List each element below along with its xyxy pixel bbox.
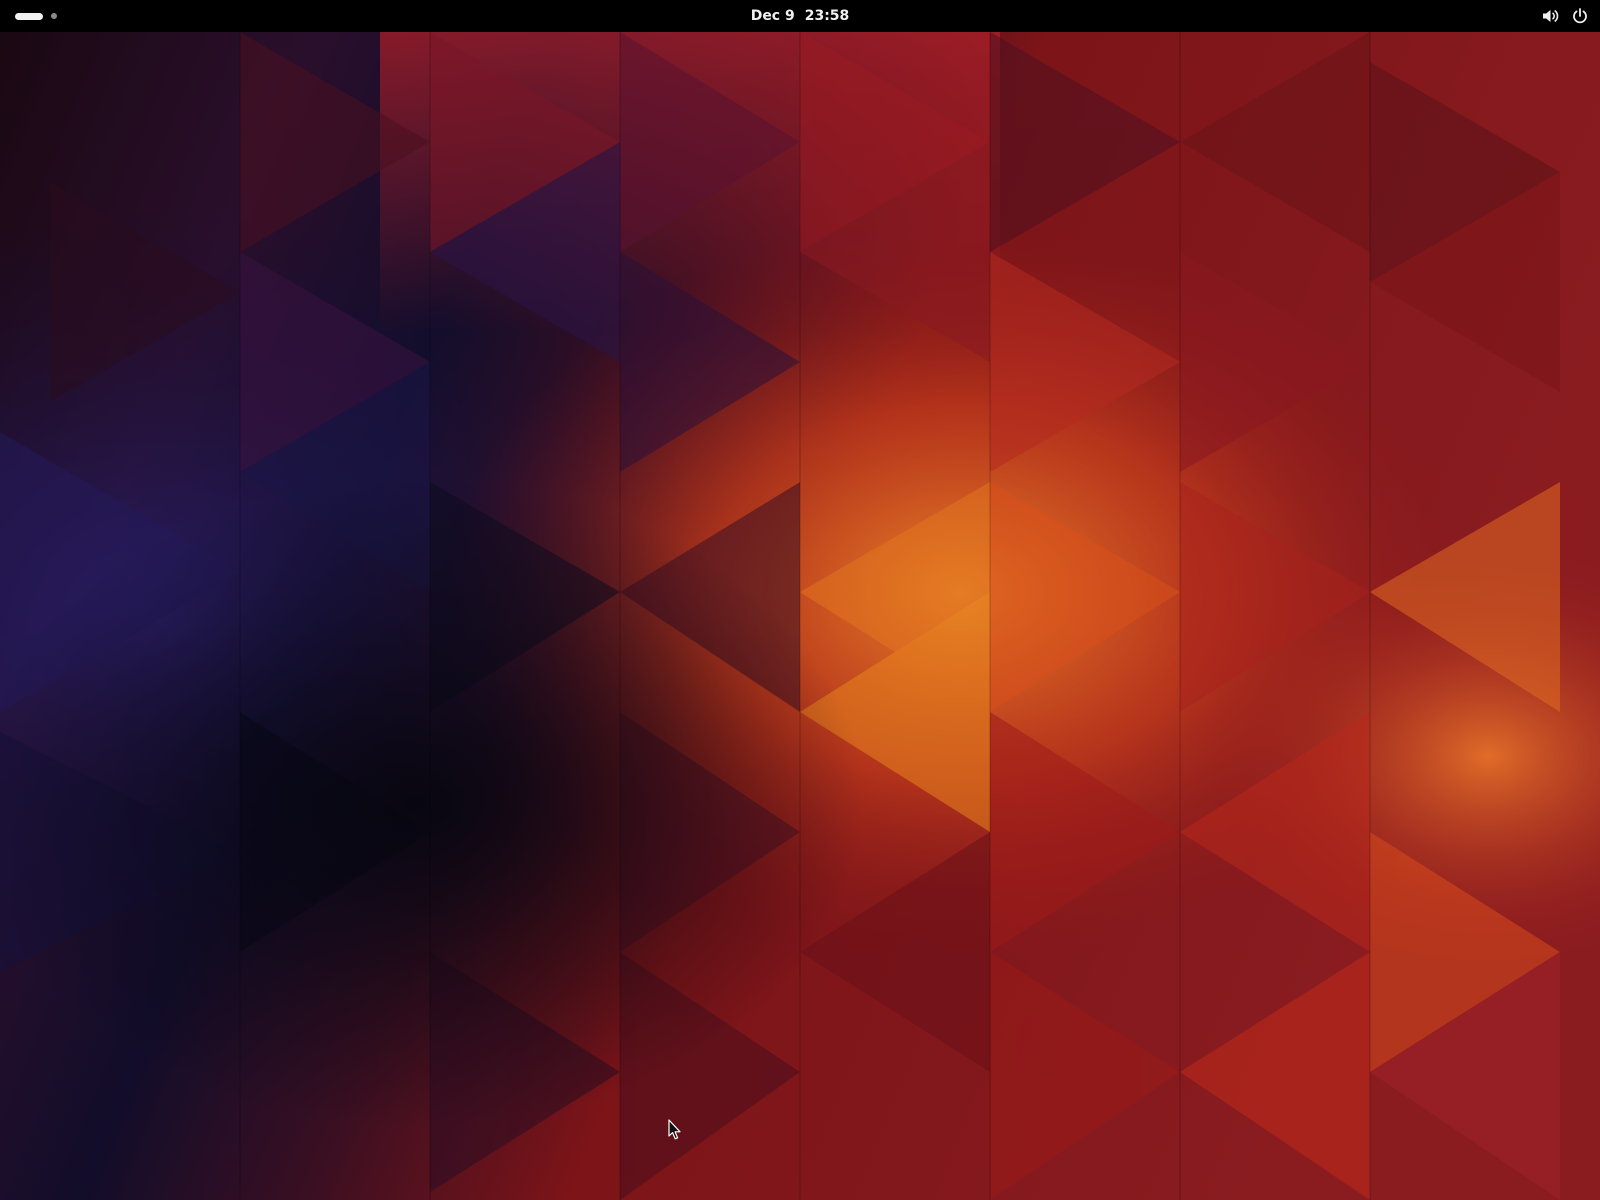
clock-button[interactable]: Dec 9 23:58 bbox=[751, 0, 850, 32]
workspace-indicator-dot-icon bbox=[51, 13, 57, 19]
activities-button[interactable] bbox=[10, 6, 62, 26]
system-menu-button[interactable] bbox=[1542, 0, 1588, 32]
power-icon bbox=[1572, 8, 1588, 24]
clock-time: 23:58 bbox=[804, 8, 850, 24]
volume-icon bbox=[1542, 8, 1560, 24]
desktop-wallpaper bbox=[0, 32, 1600, 1200]
mouse-pointer-icon bbox=[668, 1119, 682, 1141]
top-bar: Dec 9 23:58 bbox=[0, 0, 1600, 32]
workspace-indicator-active-icon bbox=[15, 12, 43, 20]
clock-date: Dec 9 bbox=[750, 8, 795, 24]
